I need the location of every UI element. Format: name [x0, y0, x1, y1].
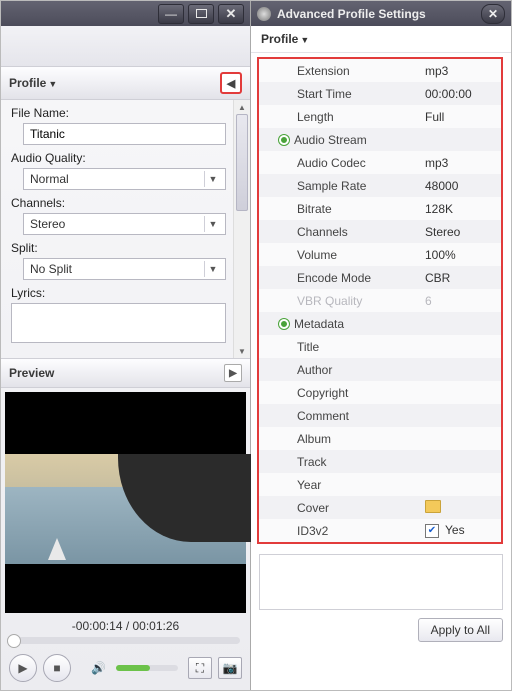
fullscreen-button[interactable]: ⛶: [188, 657, 212, 679]
expand-preview-button[interactable]: ▶: [224, 364, 242, 382]
row-length[interactable]: LengthFull: [259, 105, 501, 128]
row-vbr-quality: VBR Quality6: [259, 289, 501, 312]
notes-box[interactable]: [259, 554, 503, 610]
scroll-thumb[interactable]: [236, 114, 248, 211]
split-label: Split:: [11, 241, 226, 255]
profile-header-label: Profile: [9, 76, 46, 90]
collapse-left-button[interactable]: ◀: [220, 72, 242, 94]
row-copyright[interactable]: Copyright: [259, 381, 501, 404]
left-panel: — ✕ Profile▼ ◀ ▲ ▼ File Name: Audio Qual…: [1, 1, 251, 690]
settings-table: Extensionmp3 Start Time00:00:00 LengthFu…: [257, 57, 503, 544]
settings-title: Advanced Profile Settings: [277, 7, 426, 21]
preview-area: -00:00:14 / 00:01:26 ▶ ■ 🔊 ⛶ 📷: [1, 388, 250, 690]
row-cover[interactable]: Cover: [259, 496, 501, 519]
settings-titlebar: Advanced Profile Settings ✕: [251, 1, 511, 26]
chevron-down-icon: ▼: [300, 35, 309, 45]
row-year[interactable]: Year: [259, 473, 501, 496]
row-bitrate[interactable]: Bitrate128K: [259, 197, 501, 220]
channels-select[interactable]: Stereo▼: [23, 213, 226, 235]
settings-subheader[interactable]: Profile▼: [251, 26, 511, 53]
row-album[interactable]: Album: [259, 427, 501, 450]
playback-time: -00:00:14 / 00:01:26: [1, 613, 250, 637]
progress-slider[interactable]: [11, 637, 240, 644]
chevron-down-icon: ▼: [204, 171, 221, 187]
profile-form: ▲ ▼ File Name: Audio Quality: Normal▼ Ch…: [1, 100, 250, 358]
minimize-button[interactable]: —: [158, 4, 184, 24]
volume-icon[interactable]: 🔊: [91, 661, 106, 675]
apply-to-all-button[interactable]: Apply to All: [418, 618, 503, 642]
stop-button[interactable]: ■: [43, 654, 71, 682]
group-metadata[interactable]: Metadata: [259, 312, 501, 335]
form-scrollbar[interactable]: ▲ ▼: [233, 100, 250, 358]
id3v2-checkbox[interactable]: ✔: [425, 524, 439, 538]
preview-header-label: Preview: [9, 366, 54, 380]
chevron-down-icon: ▼: [204, 216, 221, 232]
filename-input[interactable]: [23, 123, 226, 145]
profile-section-header[interactable]: Profile▼ ◀: [1, 66, 250, 100]
row-channels[interactable]: ChannelsStereo: [259, 220, 501, 243]
snapshot-button[interactable]: 📷: [218, 657, 242, 679]
settings-close-button[interactable]: ✕: [481, 4, 505, 24]
volume-slider[interactable]: [116, 665, 178, 671]
chevron-down-icon: ▼: [48, 79, 57, 89]
right-panel: Advanced Profile Settings ✕ Profile▼ Ext…: [251, 1, 511, 690]
chevron-down-icon: ▼: [204, 261, 221, 277]
row-extension[interactable]: Extensionmp3: [259, 59, 501, 82]
row-title[interactable]: Title: [259, 335, 501, 358]
window-titlebar: — ✕: [1, 1, 250, 26]
lyrics-label: Lyrics:: [11, 286, 226, 300]
channels-label: Channels:: [11, 196, 226, 210]
close-button[interactable]: ✕: [218, 4, 244, 24]
row-audio-codec[interactable]: Audio Codecmp3: [259, 151, 501, 174]
row-volume[interactable]: Volume100%: [259, 243, 501, 266]
spacer: [1, 26, 250, 66]
group-audio-stream[interactable]: Audio Stream: [259, 128, 501, 151]
scroll-up-icon[interactable]: ▲: [234, 100, 250, 114]
row-id3v2[interactable]: ID3v2✔Yes: [259, 519, 501, 542]
gear-icon: [257, 7, 271, 21]
preview-section-header[interactable]: Preview ▶: [1, 358, 250, 388]
folder-icon[interactable]: [425, 500, 441, 513]
row-sample-rate[interactable]: Sample Rate48000: [259, 174, 501, 197]
play-button[interactable]: ▶: [9, 654, 37, 682]
row-comment[interactable]: Comment: [259, 404, 501, 427]
scroll-down-icon[interactable]: ▼: [234, 344, 250, 358]
lyrics-input[interactable]: [11, 303, 226, 343]
playback-controls: ▶ ■ 🔊 ⛶ 📷: [1, 650, 250, 690]
filename-label: File Name:: [11, 106, 226, 120]
audioquality-label: Audio Quality:: [11, 151, 226, 165]
split-select[interactable]: No Split▼: [23, 258, 226, 280]
maximize-button[interactable]: [188, 4, 214, 24]
row-encode-mode[interactable]: Encode ModeCBR: [259, 266, 501, 289]
audioquality-select[interactable]: Normal▼: [23, 168, 226, 190]
row-start-time[interactable]: Start Time00:00:00: [259, 82, 501, 105]
row-author[interactable]: Author: [259, 358, 501, 381]
row-track[interactable]: Track: [259, 450, 501, 473]
video-preview[interactable]: [5, 392, 246, 613]
